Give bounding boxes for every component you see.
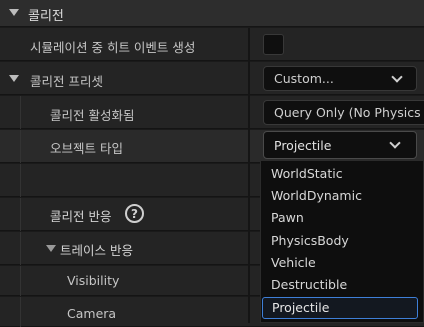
- camera-label: Camera: [67, 306, 117, 321]
- indent-bar: [20, 96, 21, 129]
- option-projectile[interactable]: Projectile: [262, 297, 418, 319]
- object-type-value: Projectile: [274, 138, 332, 153]
- option-destructible[interactable]: Destructible: [267, 274, 417, 296]
- row-sim-hit: 시뮬레이션 중 히트 이벤트 생성: [0, 28, 424, 61]
- enabled-combo[interactable]: Query Only (No Physics Collision): [263, 100, 424, 125]
- indent-bar: [20, 198, 21, 231]
- indent-bar: [20, 164, 21, 197]
- option-physicsbody[interactable]: PhysicsBody: [267, 230, 417, 252]
- chevron-down-icon: [389, 137, 401, 149]
- column-splitter[interactable]: [248, 28, 250, 323]
- row-object-type: 오브젝트 타입 Projectile: [0, 130, 424, 163]
- indent-bar: [20, 266, 21, 296]
- enabled-value: Query Only (No Physics Collision): [274, 105, 424, 120]
- response-label: 콜리전 반응: [50, 209, 112, 224]
- object-type-combo[interactable]: Projectile: [263, 131, 417, 159]
- help-icon[interactable]: ?: [125, 204, 144, 223]
- option-vehicle[interactable]: Vehicle: [267, 252, 417, 274]
- sim-hit-checkbox[interactable]: [263, 34, 284, 55]
- help-glyph: ?: [131, 207, 138, 221]
- section-title: 콜리전: [28, 9, 64, 24]
- section-header[interactable]: 콜리전: [0, 0, 424, 27]
- preset-label: 콜리전 프리셋: [30, 74, 103, 89]
- visibility-label: Visibility: [67, 273, 120, 288]
- indent-bar: [20, 232, 21, 265]
- preset-combo[interactable]: Custom...: [263, 66, 417, 91]
- option-pawn[interactable]: Pawn: [267, 207, 417, 229]
- row-collision-enabled: 콜리전 활성화됨 Query Only (No Physics Collisio…: [0, 96, 424, 129]
- indent-bar: [20, 130, 21, 163]
- expand-arrow-icon[interactable]: [46, 245, 56, 252]
- enabled-label: 콜리전 활성화됨: [50, 108, 135, 123]
- option-worldstatic[interactable]: WorldStatic: [267, 163, 417, 185]
- trace-label: 트레이스 반응: [60, 243, 133, 258]
- expand-arrow-icon[interactable]: [9, 75, 19, 82]
- chevron-down-icon: [391, 71, 403, 83]
- object-type-dropdown: WorldStatic WorldDynamic Pawn PhysicsBod…: [260, 160, 424, 323]
- sim-hit-label: 시뮬레이션 중 히트 이벤트 생성: [30, 40, 196, 55]
- collapse-arrow-icon[interactable]: [9, 9, 19, 16]
- option-worlddynamic[interactable]: WorldDynamic: [267, 185, 417, 207]
- object-type-label: 오브젝트 타입: [50, 141, 123, 156]
- preset-value: Custom...: [274, 71, 334, 86]
- row-collision-preset: 콜리전 프리셋 Custom...: [0, 62, 424, 95]
